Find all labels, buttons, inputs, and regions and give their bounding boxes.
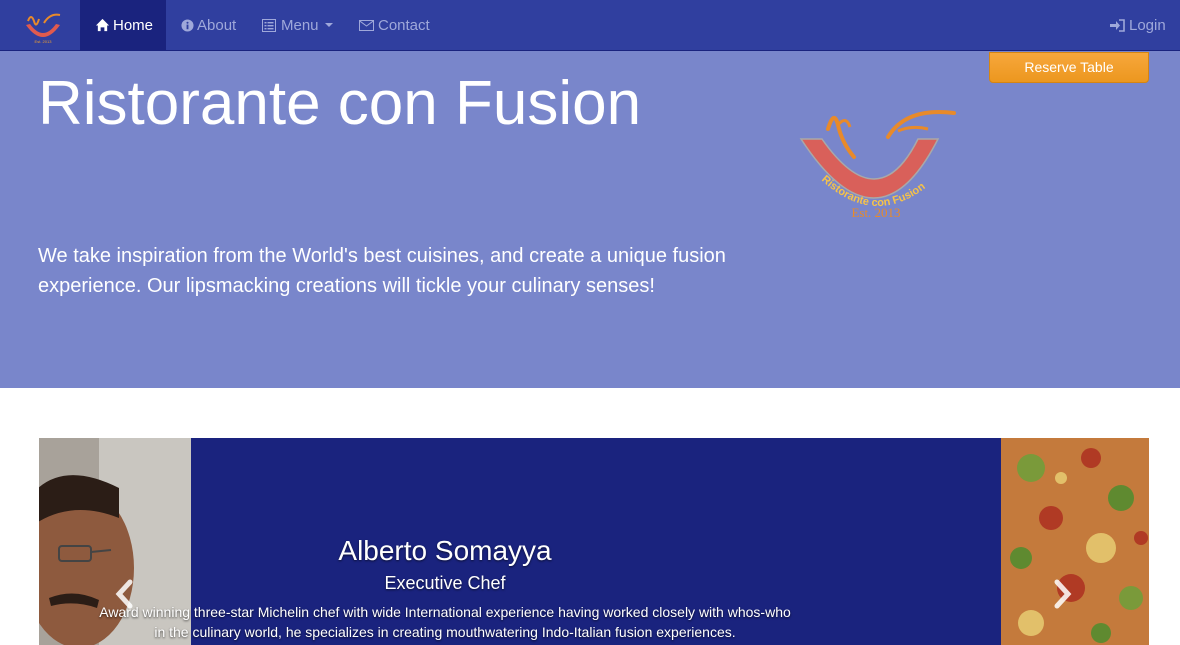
carousel-caption: Alberto Somayya Executive Chef Award win… bbox=[95, 534, 795, 642]
chef-name: Alberto Somayya bbox=[338, 535, 552, 566]
chevron-right-icon bbox=[1054, 579, 1072, 609]
nav-menu-label: Menu bbox=[281, 16, 319, 34]
restaurant-logo-icon[interactable]: Est. 2013 bbox=[22, 11, 64, 45]
chevron-down-icon bbox=[324, 23, 333, 27]
chevron-left-icon bbox=[115, 579, 133, 609]
nav-home[interactable]: Home bbox=[80, 0, 166, 50]
svg-text:Est. 2013: Est. 2013 bbox=[35, 39, 53, 44]
list-alt-icon bbox=[262, 18, 276, 32]
login-link[interactable]: Login bbox=[1110, 0, 1166, 50]
chef-description: Award winning three-star Michelin chef w… bbox=[99, 604, 791, 640]
carousel: Alberto Somayya Executive Chef Award win… bbox=[39, 438, 1149, 645]
pizza-photo bbox=[1001, 438, 1149, 645]
navbar: Est. 2013 Home About Menu Contact Login bbox=[0, 0, 1180, 51]
info-circle-icon bbox=[181, 18, 194, 32]
page-title: Ristorante con Fusion bbox=[38, 69, 642, 138]
nav-menu-dropdown[interactable]: Menu bbox=[262, 0, 333, 50]
carousel-next-button[interactable] bbox=[1047, 576, 1077, 612]
intro-text: We take inspiration from the World's bes… bbox=[38, 245, 726, 297]
envelope-icon bbox=[359, 19, 374, 31]
reserve-table-button[interactable]: Reserve Table bbox=[989, 52, 1149, 83]
nav-about[interactable]: About bbox=[181, 0, 236, 50]
carousel-prev-button[interactable] bbox=[110, 576, 140, 612]
restaurant-logo-image: Ristorante con Fusion Est. 2013 bbox=[799, 110, 956, 220]
jumbotron: Ristorante con Fusion We take inspiratio… bbox=[0, 51, 1180, 388]
nav-contact-label: Contact bbox=[378, 16, 430, 34]
home-icon bbox=[95, 18, 110, 32]
logo-est-text: Est. 2013 bbox=[851, 205, 900, 220]
nav-home-label: Home bbox=[113, 16, 154, 34]
log-in-icon bbox=[1110, 18, 1125, 32]
login-label: Login bbox=[1129, 16, 1166, 34]
nav-contact[interactable]: Contact bbox=[359, 0, 430, 50]
nav-about-label: About bbox=[197, 16, 237, 34]
chef-role: Executive Chef bbox=[384, 573, 506, 593]
